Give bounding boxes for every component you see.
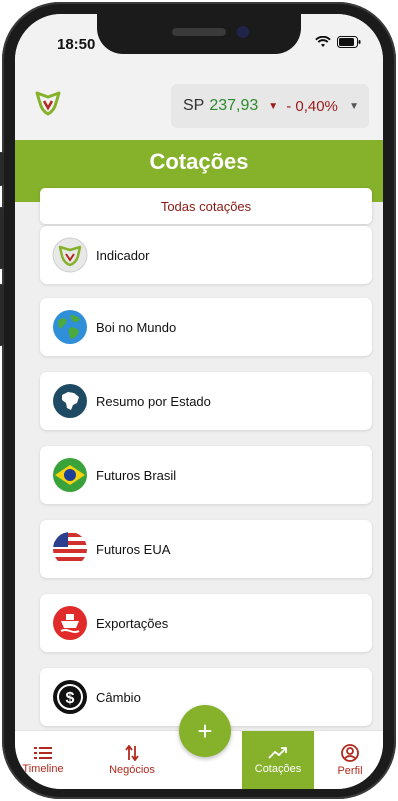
app-logo-icon[interactable] bbox=[35, 90, 61, 116]
ticker-price: 237,93 bbox=[209, 97, 259, 114]
nav-timeline[interactable]: Timeline bbox=[15, 731, 71, 789]
ticker-selector[interactable]: SP 237,93 ▼ - 0,40% ▼ bbox=[171, 84, 369, 128]
profile-icon bbox=[341, 744, 359, 762]
phone-frame: 18:50 SP 237,93 ▼ - 0,40% ▼ Cotações Tod… bbox=[0, 2, 396, 799]
list-item-indicador[interactable]: Indicador bbox=[40, 226, 372, 284]
swap-arrows-icon bbox=[125, 745, 139, 761]
nav-label: Negócios bbox=[109, 764, 155, 776]
chevron-down-icon: ▼ bbox=[349, 101, 359, 112]
item-label: Exportações bbox=[96, 615, 169, 631]
list-item-futuros-brasil[interactable]: Futuros Brasil bbox=[40, 446, 372, 504]
tab-label: Todas cotações bbox=[160, 198, 252, 214]
nav-perfil[interactable]: Perfil bbox=[327, 731, 373, 789]
trending-up-icon bbox=[268, 747, 287, 759]
ship-icon bbox=[53, 606, 87, 640]
volume-up-button bbox=[0, 207, 4, 269]
clock: 18:50 bbox=[57, 36, 96, 53]
item-label: Futuros EUA bbox=[96, 541, 171, 557]
item-label: Indicador bbox=[96, 247, 150, 263]
add-button[interactable]: + bbox=[179, 705, 231, 757]
list-item-resumo-por-estado[interactable]: Resumo por Estado bbox=[40, 372, 372, 430]
nav-negocios[interactable]: Negócios bbox=[95, 731, 169, 789]
ticker-change: - 0,40% bbox=[286, 97, 338, 115]
item-label: Resumo por Estado bbox=[96, 393, 211, 409]
item-label: Futuros Brasil bbox=[96, 467, 177, 483]
down-arrow-icon: ▼ bbox=[268, 100, 279, 112]
usa-flag-icon bbox=[53, 532, 87, 566]
status-icons bbox=[315, 36, 361, 48]
wifi-icon bbox=[315, 36, 331, 47]
nav-label: Perfil bbox=[337, 765, 363, 777]
nav-label: Timeline bbox=[22, 763, 64, 775]
item-label: Boi no Mundo bbox=[96, 319, 177, 335]
app-screen: 18:50 SP 237,93 ▼ - 0,40% ▼ Cotações Tod… bbox=[15, 14, 383, 789]
front-camera bbox=[237, 26, 249, 38]
tab-todas-cotacoes[interactable]: Todas cotações bbox=[40, 188, 372, 224]
dollar-icon: $ bbox=[53, 680, 87, 714]
nav-label: Cotações bbox=[254, 763, 302, 775]
app-header: SP 237,93 ▼ - 0,40% ▼ bbox=[15, 74, 383, 140]
globe-icon bbox=[53, 310, 87, 344]
volume-down-button bbox=[0, 284, 4, 346]
item-label: Câmbio bbox=[96, 689, 141, 705]
brazil-flag-icon bbox=[53, 458, 87, 492]
earpiece bbox=[172, 28, 226, 36]
battery-icon bbox=[337, 36, 361, 48]
brazil-map-icon bbox=[53, 384, 87, 418]
nav-cotacoes[interactable]: Cotações bbox=[242, 731, 314, 789]
silent-switch bbox=[0, 152, 4, 186]
page-title: Cotações bbox=[149, 149, 249, 174]
list-icon bbox=[34, 747, 52, 759]
ticker-symbol: SP bbox=[183, 97, 205, 114]
list-item-futuros-eua[interactable]: Futuros EUA bbox=[40, 520, 372, 578]
svg-text:$: $ bbox=[66, 690, 75, 707]
list-item-boi-no-mundo[interactable]: Boi no Mundo bbox=[40, 298, 372, 356]
list-item-exportacoes[interactable]: Exportações bbox=[40, 594, 372, 652]
indicador-logo-icon bbox=[52, 237, 88, 273]
notch bbox=[97, 14, 301, 54]
